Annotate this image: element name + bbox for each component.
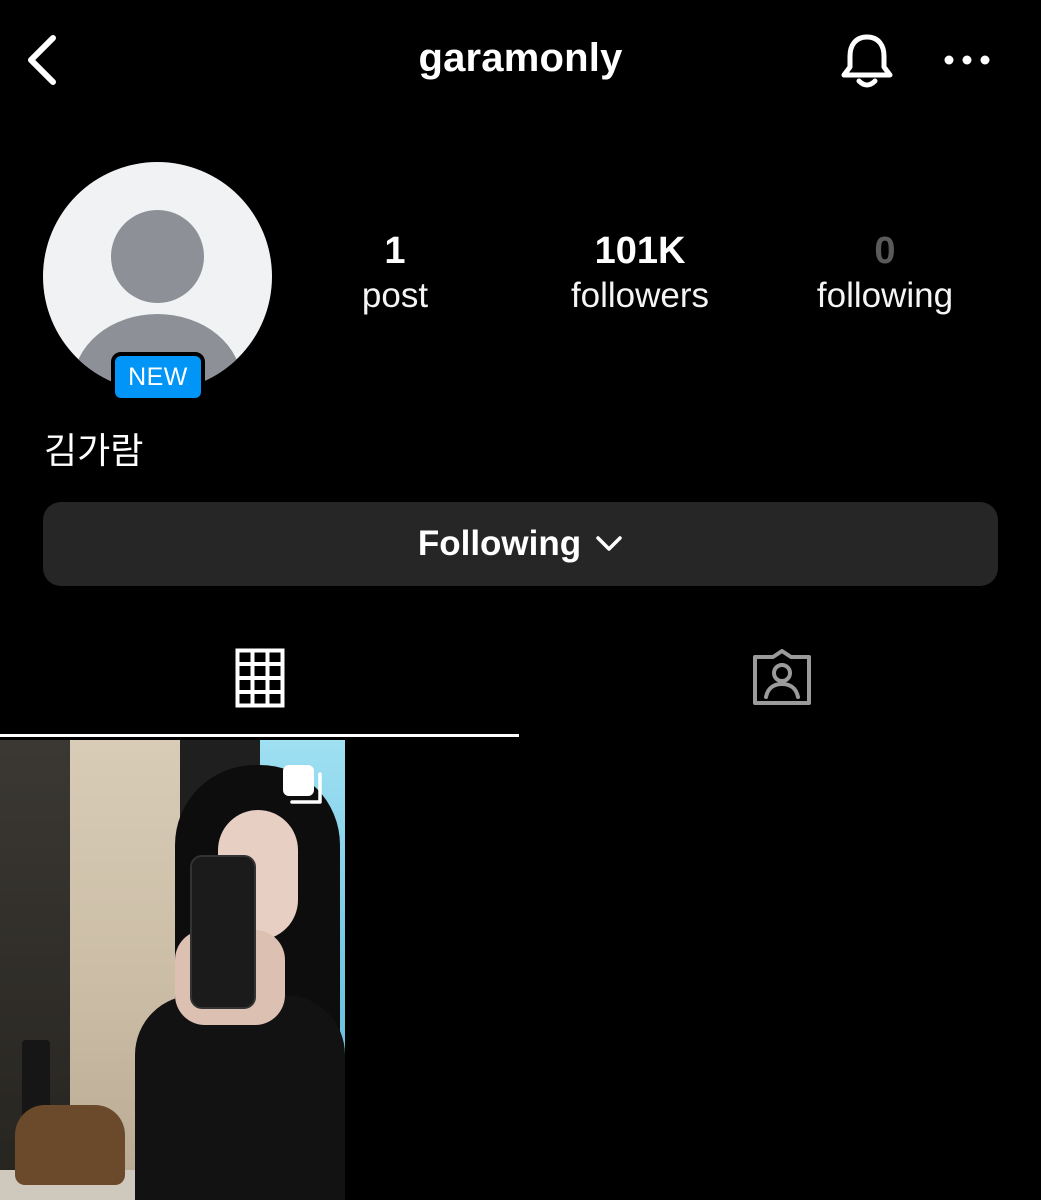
post-photo-phone	[190, 855, 256, 1009]
bell-icon	[841, 34, 893, 88]
grid-icon	[235, 648, 284, 708]
tagged-user-icon	[752, 649, 811, 705]
stat-posts[interactable]: 1 post	[285, 228, 505, 318]
stat-following-label: following	[816, 276, 954, 315]
following-button[interactable]: Following	[43, 502, 998, 586]
post-photo-bag	[15, 1105, 125, 1185]
post-photo-person	[135, 995, 345, 1200]
following-button-label: Following	[417, 524, 582, 563]
profile-tabs	[0, 620, 1041, 738]
stat-following-count: 0	[874, 230, 896, 272]
tab-posts-grid[interactable]	[0, 620, 519, 736]
avatar-placeholder-head	[111, 210, 204, 303]
post-thumbnail[interactable]	[0, 740, 345, 1200]
active-tab-indicator	[0, 734, 519, 737]
stat-followers-count: 101K	[594, 230, 686, 272]
multiple-photos-icon	[283, 765, 322, 804]
more-options-button[interactable]	[940, 42, 994, 78]
stat-posts-label: post	[361, 276, 429, 315]
new-badge: NEW	[111, 352, 205, 402]
stat-followers-label: followers	[570, 276, 710, 315]
notifications-button[interactable]	[836, 30, 898, 92]
chevron-down-icon	[595, 535, 623, 553]
profile-avatar-container[interactable]: NEW	[43, 162, 272, 402]
profile-header: garamonly	[0, 0, 1041, 120]
stat-posts-count: 1	[384, 230, 406, 272]
stat-followers[interactable]: 101K followers	[530, 228, 750, 318]
profile-page: garamonly NEW 1 post 101K followers 0 fo…	[0, 0, 1041, 1200]
tab-tagged[interactable]	[522, 620, 1041, 736]
more-horizontal-icon	[944, 55, 990, 65]
stat-following[interactable]: 0 following	[775, 228, 995, 318]
profile-display-name: 김가람	[44, 431, 144, 472]
